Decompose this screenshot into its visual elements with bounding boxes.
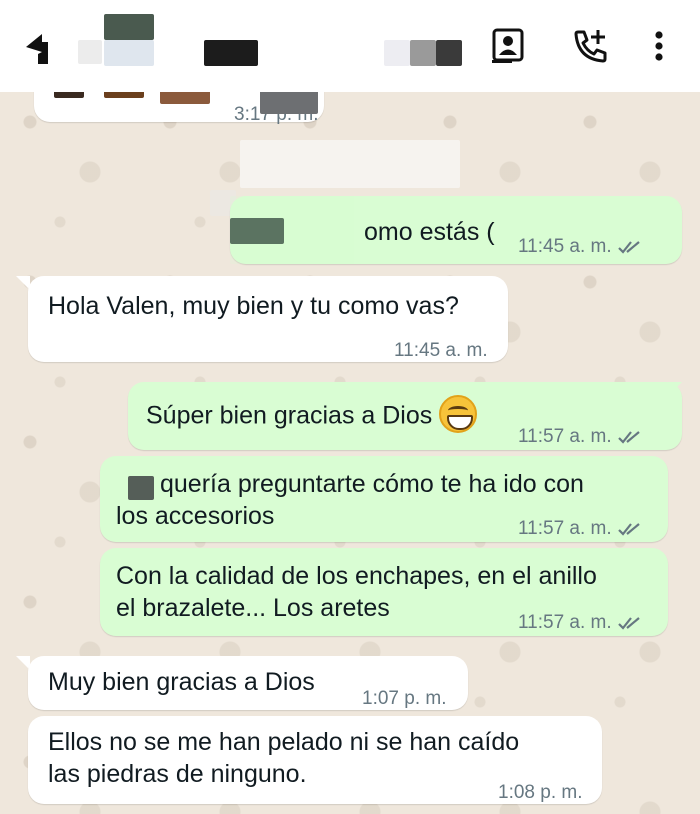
more-options-button[interactable] [644, 26, 674, 66]
message-text-body: Súper bien gracias a Dios [146, 401, 433, 430]
redacted-block [104, 40, 154, 66]
message-bubble-outgoing[interactable]: Súper bien gracias a Dios 11:57 a. m. [128, 382, 682, 450]
message-meta: 11:57 a. m. [518, 512, 646, 545]
redacted-block [410, 40, 436, 66]
redacted-block [384, 40, 410, 66]
message-text: Súper bien gracias a Dios [146, 395, 478, 436]
redacted-block [260, 90, 318, 114]
add-call-icon [574, 30, 607, 63]
message-time: 11:45 a. m. [394, 340, 488, 361]
message-bubble-outgoing[interactable]: omo estás ( 11:45 a. m. [230, 196, 682, 264]
message-text: Muy bien gracias a Dios [48, 668, 315, 696]
message-bubble-incoming[interactable]: Muy bien gracias a Dios 1:07 p. m. [28, 656, 468, 710]
message-text-line: el brazalete... Los aretes [116, 594, 390, 622]
redacted-block [230, 196, 354, 264]
message-meta: 11:57 a. m. [518, 420, 646, 453]
contact-card-icon [492, 28, 524, 63]
redacted-block [204, 40, 258, 66]
message-meta: 11:57 a. m. [518, 606, 646, 639]
message-time: 11:57 a. m. [518, 612, 612, 633]
double-check-icon [617, 240, 640, 254]
redacted-block [104, 14, 154, 40]
add-call-button[interactable] [570, 26, 610, 66]
message-text-line: los accesorios [116, 502, 275, 530]
message-time: 11:57 a. m. [518, 426, 612, 447]
message-meta: 11:45 a. m. [518, 230, 646, 263]
message-bubble-outgoing[interactable]: quería preguntarte cómo te ha ido con lo… [100, 456, 668, 542]
redacted-block [240, 140, 460, 188]
double-check-icon [617, 616, 640, 630]
message-time: 11:45 a. m. [518, 236, 612, 257]
chat-header [0, 0, 700, 92]
message-text-line: Con la calidad de los enchapes, en el an… [116, 562, 597, 590]
message-text: Hola Valen, muy bien y tu como vas? [48, 292, 459, 320]
message-time: 1:07 p. m. [362, 688, 447, 709]
grinning-face-emoji [439, 395, 478, 433]
more-vert-icon [655, 31, 663, 61]
message-bubble-incoming[interactable]: Ellos no se me han pelado ni se han caíd… [28, 716, 602, 804]
message-bubble-incoming[interactable]: Hola Valen, muy bien y tu como vas? 11:4… [28, 276, 508, 362]
double-check-icon [617, 430, 640, 444]
message-bubble-outgoing[interactable]: Con la calidad de los enchapes, en el an… [100, 548, 668, 636]
arrow-back-icon [26, 34, 48, 64]
redacted-block [436, 40, 462, 66]
double-check-icon [617, 522, 640, 536]
message-list: 3:17 p. m. omo estás ( 11:45 a. m. Hola … [0, 0, 700, 814]
message-time: 11:57 a. m. [518, 518, 612, 539]
message-text-line: las piedras de ninguno. [48, 760, 307, 788]
message-time: 1:08 p. m. [498, 782, 583, 803]
redacted-block [78, 40, 102, 64]
message-text-line: quería preguntarte cómo te ha ido con [160, 470, 584, 498]
redacted-block [128, 476, 154, 500]
message-text-line: Ellos no se me han pelado ni se han caíd… [48, 728, 520, 756]
message-text: omo estás ( [364, 218, 495, 246]
contact-card-button[interactable] [488, 26, 528, 66]
back-button[interactable] [22, 30, 52, 64]
